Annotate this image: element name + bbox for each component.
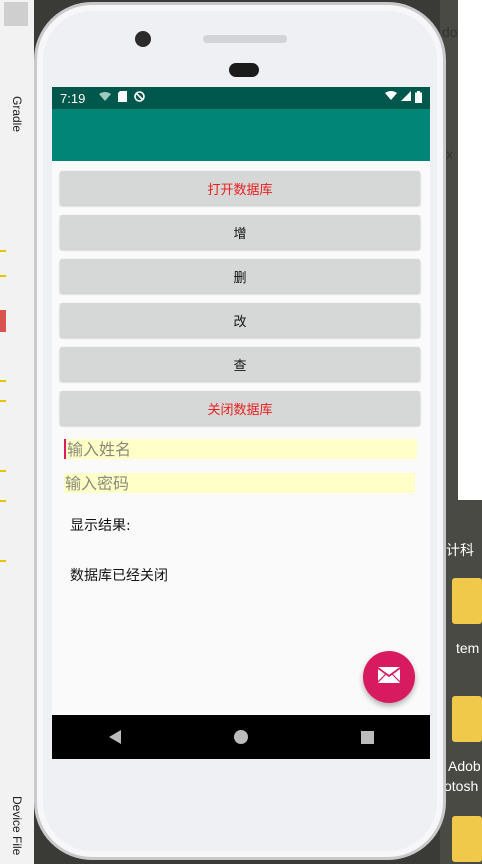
marker — [0, 250, 6, 252]
gradle-tab[interactable]: Gradle — [10, 96, 24, 132]
folder-icon[interactable] — [452, 816, 482, 862]
desktop-text: tem — [456, 640, 480, 656]
open-database-button[interactable]: 打开数据库 — [60, 171, 420, 205]
desktop-text: x — [446, 146, 453, 162]
add-button[interactable]: 增 — [60, 215, 420, 249]
app-screen: 7:19 打开数据库 增 删 改 查 关闭数据库 输入姓名 输入密码 显示结果:… — [52, 87, 430, 759]
result-text: 数据库已经关闭 — [70, 568, 168, 584]
desktop-text: do — [442, 24, 458, 40]
close-database-button[interactable]: 关闭数据库 — [60, 391, 420, 425]
phone-frame: 7:19 打开数据库 增 删 改 查 关闭数据库 输入姓名 输入密码 显示结果:… — [34, 2, 446, 860]
result-label: 显示结果: — [70, 518, 131, 534]
password-input[interactable] — [64, 473, 415, 493]
name-input[interactable] — [64, 439, 417, 459]
email-fab-button[interactable] — [363, 651, 415, 703]
wifi-icon — [99, 91, 112, 105]
folder-icon[interactable] — [452, 578, 482, 624]
desktop-text: Adob — [448, 758, 481, 774]
sd-card-icon — [118, 91, 128, 105]
camera-icon — [135, 31, 151, 47]
status-time: 7:19 — [60, 90, 86, 106]
background-window — [458, 0, 482, 500]
cell-signal-icon — [401, 90, 411, 106]
marker — [0, 500, 6, 502]
marker — [0, 275, 6, 277]
desktop-text: 计科 — [446, 542, 474, 558]
do-not-disturb-icon — [134, 91, 146, 105]
speaker — [229, 63, 259, 77]
marker — [0, 560, 6, 562]
home-icon[interactable] — [233, 730, 248, 744]
earpiece — [203, 35, 287, 43]
query-button[interactable]: 查 — [60, 347, 420, 381]
user-icon — [4, 2, 28, 26]
main-content: 打开数据库 增 删 改 查 关闭数据库 显示结果: 数据库已经关闭 — [52, 161, 430, 585]
battery-icon — [415, 90, 422, 106]
folder-icon[interactable] — [452, 696, 482, 742]
device-file-tab[interactable]: Device File — [10, 796, 24, 855]
desktop-text: otosh — [444, 778, 479, 794]
navigation-bar — [52, 715, 430, 759]
ide-sidebar: Gradle Device File — [0, 0, 34, 864]
status-bar: 7:19 — [52, 87, 430, 109]
update-button[interactable]: 改 — [60, 303, 420, 337]
error-marker — [0, 310, 6, 332]
app-bar — [52, 109, 430, 161]
marker — [0, 470, 6, 472]
delete-button[interactable]: 删 — [60, 259, 420, 293]
wifi-signal-icon — [385, 90, 397, 106]
marker — [0, 400, 6, 402]
email-icon — [377, 667, 401, 687]
back-icon[interactable] — [108, 730, 121, 744]
recent-apps-icon[interactable] — [360, 730, 374, 744]
marker — [0, 380, 6, 382]
